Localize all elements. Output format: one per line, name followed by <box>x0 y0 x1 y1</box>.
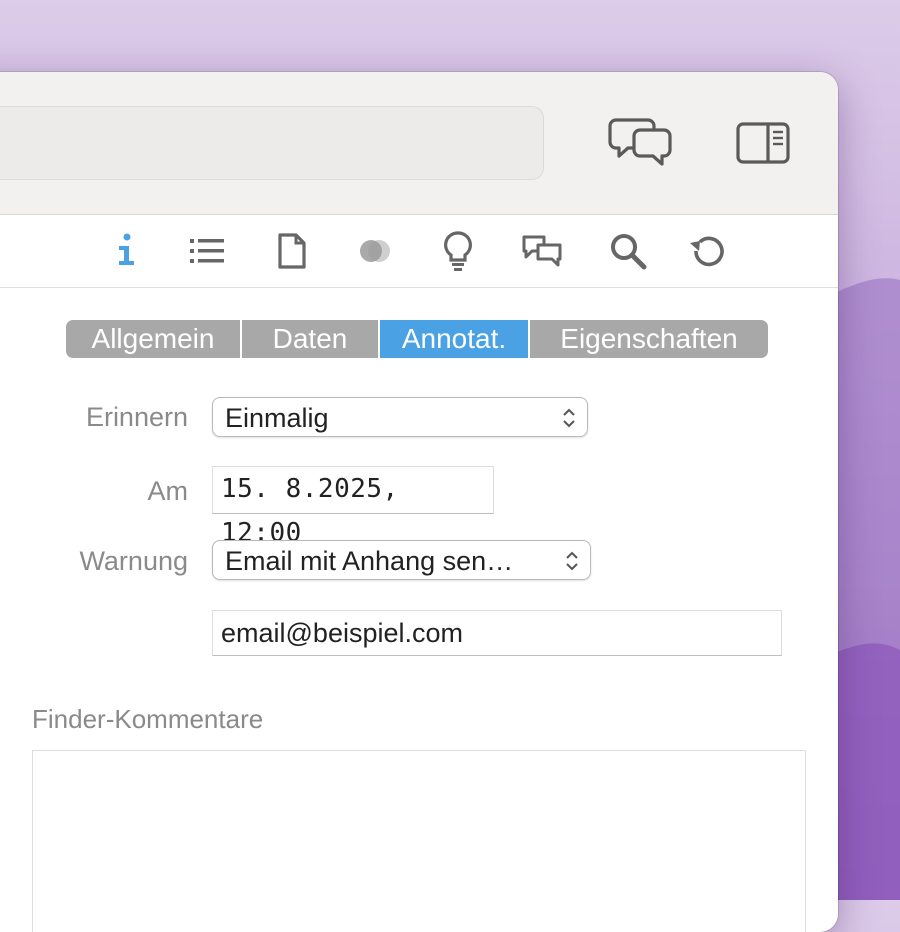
comments-textarea[interactable] <box>32 750 806 932</box>
comments-title: Finder-Kommentare <box>32 704 264 734</box>
circles-icon[interactable] <box>354 229 398 273</box>
segment-allgemein[interactable]: Allgemein <box>66 320 242 358</box>
search-input[interactable] <box>0 106 544 180</box>
remind-value: Einmalig <box>225 403 329 433</box>
list-icon[interactable] <box>186 229 230 273</box>
inspector-tab-bar <box>0 215 838 288</box>
app-window: Allgemein Daten Annotat. Eigenschaften E… <box>0 72 838 932</box>
date-picker-field[interactable]: 15. 8.2025, 12:00 <box>212 466 494 548</box>
sidebar-toggle-icon[interactable] <box>730 112 800 172</box>
window-toolbar <box>0 72 838 215</box>
search-icon[interactable] <box>606 229 650 273</box>
remind-popup[interactable]: Einmalig <box>212 397 588 437</box>
segment-eigenschaften[interactable]: Eigenschaften <box>530 320 768 358</box>
history-icon[interactable] <box>686 229 730 273</box>
alert-label: Warnung <box>79 546 188 576</box>
document-icon[interactable] <box>270 229 314 273</box>
chevron-updown-icon <box>563 408 575 428</box>
inspector-segmented-control: Allgemein Daten Annotat. Eigenschaften <box>66 320 768 358</box>
chat-bubbles-icon[interactable] <box>606 112 676 172</box>
alert-value: Email mit Anhang sen… <box>225 546 514 576</box>
remind-label: Erinnern <box>85 402 188 432</box>
info-icon[interactable] <box>106 229 150 273</box>
chat-icon[interactable] <box>520 229 564 273</box>
date-label: Am <box>147 476 189 506</box>
segment-daten[interactable]: Daten <box>242 320 380 358</box>
chevron-updown-icon <box>566 551 578 571</box>
lightbulb-icon[interactable] <box>436 229 480 273</box>
segment-annotation[interactable]: Annotat. <box>380 320 530 358</box>
alert-popup[interactable]: Email mit Anhang sen… <box>212 540 591 580</box>
email-field[interactable]: email@beispiel.com <box>212 610 782 656</box>
